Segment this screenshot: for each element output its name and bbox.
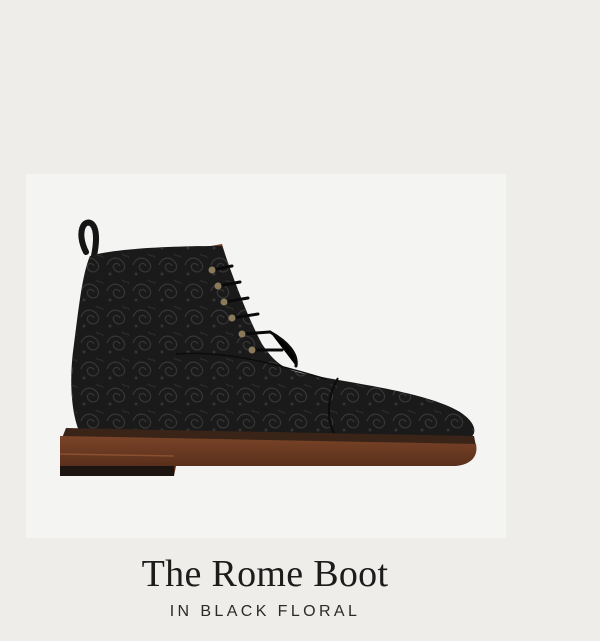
boot-illustration: [59, 219, 477, 476]
product-title[interactable]: The Rome Boot: [0, 552, 530, 596]
product-card[interactable]: The Rome Boot IN BLACK FLORAL: [0, 0, 600, 641]
product-variant-label: IN BLACK FLORAL: [169, 603, 361, 620]
product-image[interactable]: [26, 174, 506, 538]
